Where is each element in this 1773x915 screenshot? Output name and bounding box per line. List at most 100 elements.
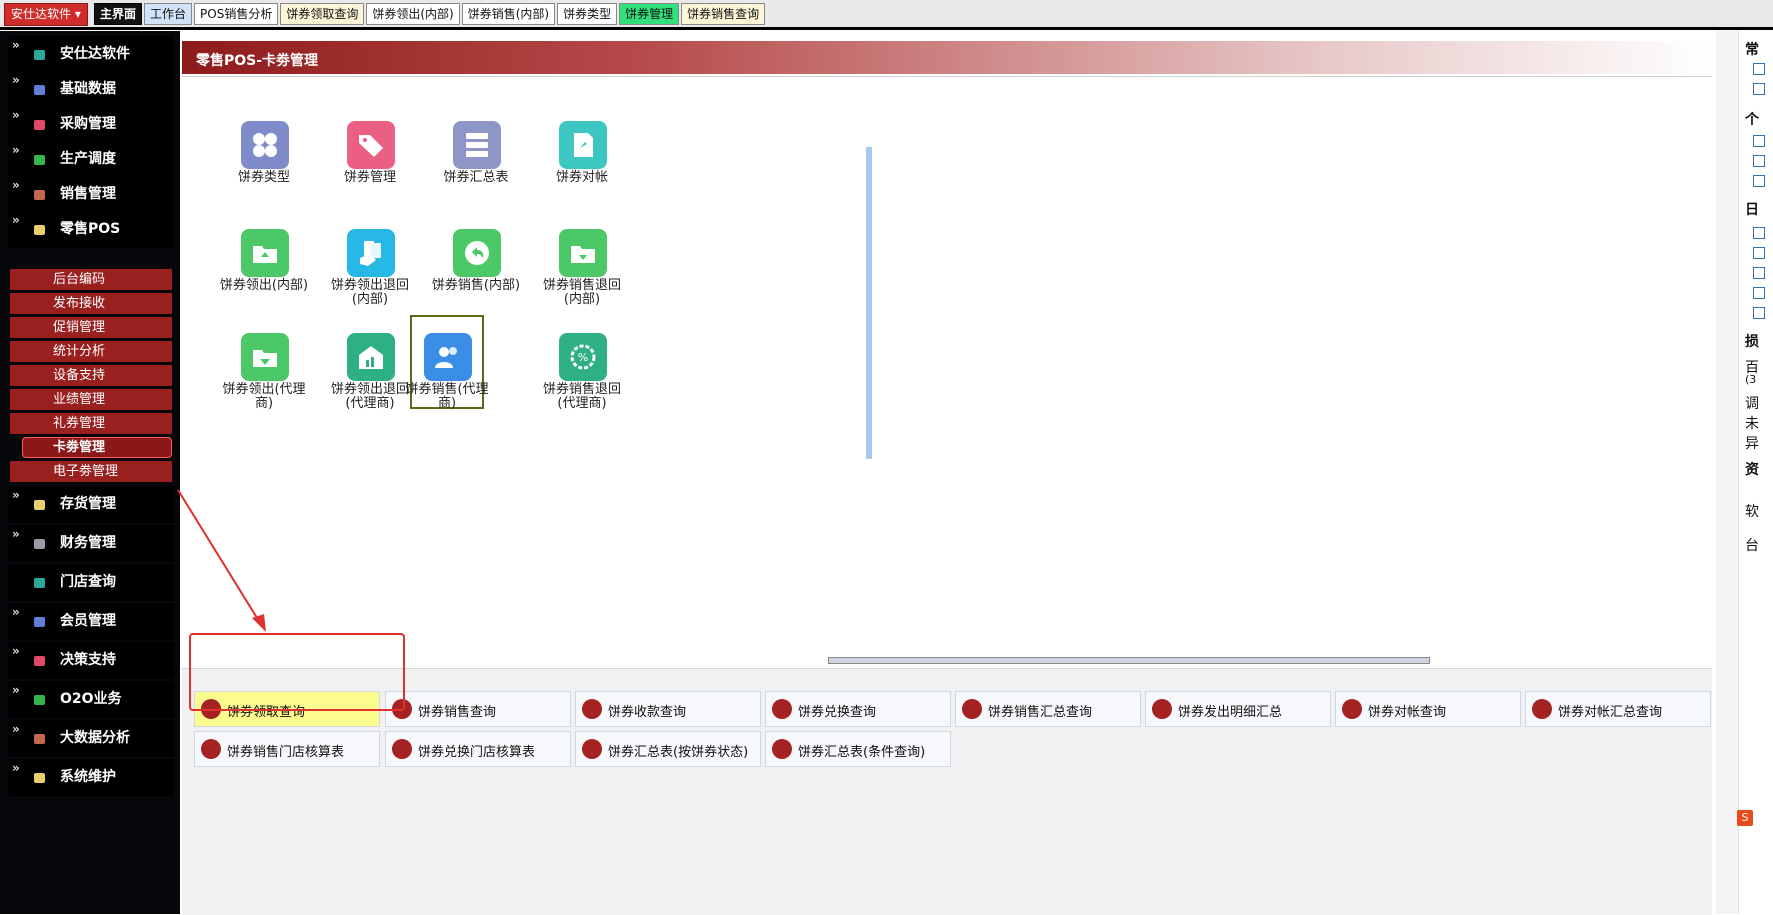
tab-coupon-sale-internal[interactable]: 饼券销售(内部) [461, 3, 556, 25]
tab-coupon-management[interactable]: 饼券管理 [619, 3, 680, 25]
sidebar-item-retail-pos[interactable]: » 零售POS [8, 211, 174, 248]
icon-coupon-issue-return-internal[interactable]: 饼券领出退回(内部) [324, 229, 416, 329]
expand-icon: » [12, 761, 20, 775]
pin-doc-icon [559, 121, 607, 169]
query-coupon-summary-by-condition[interactable]: 饼券汇总表(条件查询) [765, 731, 951, 767]
expand-icon: » [12, 722, 20, 736]
icon-coupon-sale-internal[interactable]: 饼券销售(内部) [430, 229, 522, 329]
query-coupon-reconcile[interactable]: 饼券对帐查询 [1335, 691, 1521, 727]
four-petal-icon [241, 121, 289, 169]
dollar-icon [772, 699, 792, 719]
module-icon [34, 225, 45, 235]
sub-item-e-voucher[interactable]: 电子劵管理 [10, 461, 172, 482]
sidebar-item-big-data[interactable]: » 大数据分析 [8, 720, 174, 757]
right-side-panel: 常 个 日 损 百 (3 调 未 异 资 软 台 [1745, 31, 1773, 914]
sub-item-promotion[interactable]: 促销管理 [10, 317, 172, 338]
icon-coupon-sale-return-agent[interactable]: % 饼券销售退回(代理商) [536, 333, 628, 433]
tab-coupon-sale-query[interactable]: 饼券销售查询 [681, 3, 766, 25]
top-bar: 安仕达软件 ▾ 主界面 工作台 POS销售分析 饼券领取查询 饼券领出(内部) … [0, 0, 1773, 30]
tab-coupon-type[interactable]: 饼券类型 [557, 3, 618, 25]
sidebar-item-system[interactable]: » 系统维护 [8, 759, 174, 796]
sub-item-performance[interactable]: 业绩管理 [10, 389, 172, 410]
layers-icon [962, 699, 982, 719]
right-scrollbar[interactable] [1716, 31, 1739, 914]
search-icon [1532, 699, 1552, 719]
icon-coupon-sale-agent[interactable]: 饼券销售(代理商) [405, 315, 489, 411]
query-coupon-payment[interactable]: 饼券收款查询 [575, 691, 761, 727]
folder-download-icon [559, 229, 607, 277]
panel-splitter[interactable] [828, 657, 1430, 664]
tab-coupon-receive-query[interactable]: 饼券领取查询 [280, 3, 365, 25]
expand-icon: » [12, 527, 20, 541]
module-icon [34, 85, 45, 95]
sub-item-backend-code[interactable]: 后台编码 [10, 269, 172, 290]
sidebar-item-basic-data[interactable]: » 基础数据 [8, 71, 174, 108]
query-coupon-issue-detail[interactable]: 饼券发出明细汇总 [1145, 691, 1331, 727]
sub-item-device-support[interactable]: 设备支持 [10, 365, 172, 386]
icon-coupon-type[interactable]: 饼券类型 [218, 121, 310, 221]
page-title: 零售POS-卡劵管理 [196, 53, 319, 69]
input-method-icon[interactable]: S [1737, 810, 1753, 826]
query-coupon-sale[interactable]: 饼券销售查询 [385, 691, 571, 727]
sidebar-item-member[interactable]: » 会员管理 [8, 603, 174, 640]
svg-text:%: % [578, 351, 588, 364]
percent-gear-icon: % [559, 333, 607, 381]
app-menu-label: 安仕达软件 [11, 7, 72, 21]
folder-upload-icon [241, 229, 289, 277]
star-icon [1753, 307, 1765, 319]
icon-coupon-sale-return-internal[interactable]: 饼券销售退回(内部) [536, 229, 628, 329]
query-coupon-reconcile-summary[interactable]: 饼券对帐汇总查询 [1525, 691, 1711, 727]
expand-icon: » [12, 488, 20, 502]
panel-header: 零售POS-卡劵管理 [182, 41, 1712, 74]
query-coupon-sale-store-accounting[interactable]: 饼券销售门店核算表 [194, 731, 380, 767]
sidebar-item-store-query[interactable]: 门店查询 [8, 564, 174, 601]
query-coupon-summary-by-status[interactable]: 饼券汇总表(按饼券状态) [575, 731, 761, 767]
sidebar-item-decision[interactable]: » 决策支持 [8, 642, 174, 679]
contact-card-icon [1152, 699, 1172, 719]
module-icon [34, 539, 45, 549]
users-icon [424, 333, 472, 381]
query-coupon-exchange[interactable]: 饼券兑换查询 [765, 691, 951, 727]
tab-workbench[interactable]: 工作台 [144, 3, 193, 25]
sidebar-item-anshida[interactable]: » 安仕达软件 [8, 36, 174, 73]
expand-icon: » [12, 38, 20, 52]
query-coupon-sale-summary[interactable]: 饼券销售汇总查询 [955, 691, 1141, 727]
sidebar-item-o2o[interactable]: » O2O业务 [8, 681, 174, 718]
app-menu-button[interactable]: 安仕达软件 ▾ [4, 3, 88, 26]
sidebar-item-sales[interactable]: » 销售管理 [8, 176, 174, 213]
icon-coupon-reconcile[interactable]: 饼券对帐 [536, 121, 628, 221]
sidebar-item-production[interactable]: » 生产调度 [8, 141, 174, 178]
tag-icon [392, 739, 412, 759]
sub-item-statistics[interactable]: 统计分析 [10, 341, 172, 362]
star-icon [1753, 155, 1765, 167]
tab-pos-analysis[interactable]: POS销售分析 [194, 3, 279, 25]
tab-coupon-issue-internal[interactable]: 饼券领出(内部) [366, 3, 460, 25]
expand-icon: » [12, 143, 20, 157]
highlight-box [189, 633, 405, 711]
sidebar-item-purchase[interactable]: » 采购管理 [8, 106, 174, 143]
sub-item-publish-receive[interactable]: 发布接收 [10, 293, 172, 314]
sub-item-gift-voucher[interactable]: 礼券管理 [10, 413, 172, 434]
module-icon [34, 734, 45, 744]
query-coupon-exchange-store-accounting[interactable]: 饼券兑换门店核算表 [385, 731, 571, 767]
star-icon [1753, 135, 1765, 147]
icon-coupon-management[interactable]: 饼券管理 [324, 121, 416, 221]
annotation-arrow-icon [177, 489, 266, 632]
expand-icon: » [12, 73, 20, 87]
sidebar-item-inventory[interactable]: » 存货管理 [8, 486, 174, 523]
server-stack-icon [453, 121, 501, 169]
sub-item-card-voucher[interactable]: 卡劵管理 [22, 437, 172, 458]
tab-home[interactable]: 主界面 [94, 3, 143, 25]
calendar-icon [1753, 227, 1765, 239]
sidebar-item-finance[interactable]: » 财务管理 [8, 525, 174, 562]
search-icon [582, 699, 602, 719]
module-icon [34, 773, 45, 783]
expand-icon: » [12, 178, 20, 192]
icon-coupon-issue-agent[interactable]: 饼券领出(代理商) [218, 333, 310, 433]
star-icon [1753, 247, 1765, 259]
user-icon [201, 739, 221, 759]
star-icon [1753, 267, 1765, 279]
icon-coupon-summary[interactable]: 饼券汇总表 [430, 121, 522, 221]
expand-icon: » [12, 605, 20, 619]
icon-coupon-issue-internal[interactable]: 饼券领出(内部) [218, 229, 310, 329]
